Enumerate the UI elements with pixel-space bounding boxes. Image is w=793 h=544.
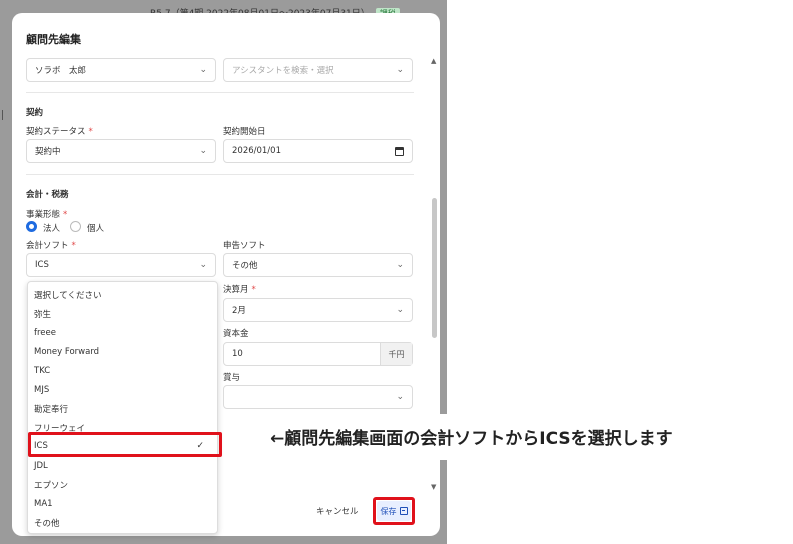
option-none[interactable]: 選択してください (34, 287, 214, 303)
contract-status-label: 契約ステータス * (26, 127, 93, 137)
contract-section-heading: 契約 (26, 108, 44, 118)
chevron-down-icon: ⌄ (396, 392, 404, 402)
option-mjs[interactable]: MJS (34, 382, 214, 398)
ics-highlight-box (28, 432, 222, 457)
bonus-select[interactable]: ⌄ (223, 385, 413, 409)
scroll-up-arrow-icon[interactable]: ▲ (431, 57, 436, 65)
capital-input[interactable]: 10 千円 (223, 342, 413, 366)
save-button[interactable]: 保存 (377, 501, 411, 521)
accounting-software-select[interactable]: ICS ⌄ (26, 253, 216, 277)
radio-individual[interactable] (70, 221, 81, 232)
modal-title: 顧問先編集 (26, 33, 81, 46)
divider (26, 174, 414, 175)
option-money-forward[interactable]: Money Forward (34, 344, 214, 360)
tax-software-select[interactable]: その他 ⌄ (223, 253, 413, 277)
contract-start-date-input[interactable]: 2026/01/01 (223, 139, 413, 163)
option-freee[interactable]: freee (34, 325, 214, 341)
accounting-software-label: 会計ソフト * (26, 241, 76, 251)
capital-unit: 千円 (380, 343, 412, 365)
option-jdl[interactable]: JDL (34, 458, 214, 474)
radio-corporation-label: 法人 (43, 224, 61, 234)
cancel-button[interactable]: キャンセル (316, 505, 359, 517)
scroll-down-arrow-icon[interactable]: ▼ (431, 483, 436, 491)
required-mark: * (71, 241, 76, 251)
instruction-annotation: ←顧問先編集画面の会計ソフトからICSを選択します (258, 414, 778, 460)
contract-status-select[interactable]: 契約中 ⌄ (26, 139, 216, 163)
chevron-down-icon: ⌄ (199, 260, 207, 270)
required-mark: * (251, 285, 256, 295)
capital-label: 資本金 (223, 329, 249, 339)
option-tkc[interactable]: TKC (34, 363, 214, 379)
chevron-down-icon: ⌄ (199, 146, 207, 156)
accounting-section-heading: 会計・税務 (26, 190, 69, 200)
option-kanjo-bugyo[interactable]: 勘定奉行 (34, 401, 214, 417)
radio-individual-label: 個人 (87, 224, 105, 234)
chevron-down-icon: ⌄ (199, 65, 207, 75)
scrollbar-thumb[interactable] (432, 198, 437, 338)
option-yayoi[interactable]: 弥生 (34, 306, 214, 322)
chevron-down-icon: ⌄ (396, 260, 404, 270)
option-other[interactable]: その他 (34, 515, 214, 531)
assistant-search-select[interactable]: アシスタントを検索・選択 ⌄ (223, 58, 413, 82)
save-icon (399, 507, 408, 515)
divider (26, 92, 414, 93)
required-mark: * (63, 210, 68, 220)
chevron-down-icon: ⌄ (396, 65, 404, 75)
fiscal-month-label: 決算月 * (223, 285, 256, 295)
contract-start-label: 契約開始日 (223, 127, 266, 137)
tax-software-label: 申告ソフト (223, 241, 266, 251)
option-epson[interactable]: エプソン (34, 477, 214, 493)
fiscal-month-select[interactable]: 2月 ⌄ (223, 298, 413, 322)
bonus-label: 賞与 (223, 373, 241, 383)
chevron-down-icon: ⌄ (396, 305, 404, 315)
background-edge-mark (2, 110, 7, 120)
option-ma1[interactable]: MA1 (34, 496, 214, 512)
calendar-icon[interactable] (395, 147, 404, 156)
advisor-select[interactable]: ソラボ 太郎 ⌄ (26, 58, 216, 82)
radio-corporation[interactable] (26, 221, 37, 232)
required-mark: * (88, 127, 93, 137)
business-type-label: 事業形態 * (26, 210, 68, 220)
accounting-software-dropdown: 選択してください 弥生 freee Money Forward TKC MJS … (27, 281, 218, 534)
